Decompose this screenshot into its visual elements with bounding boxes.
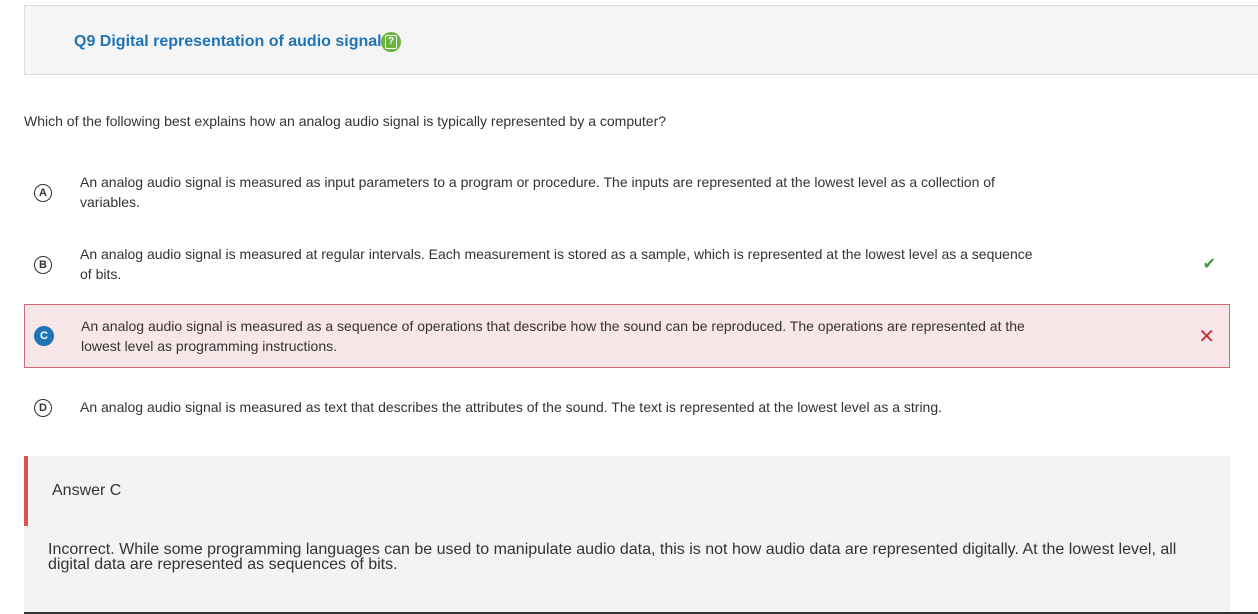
option-b[interactable]: B An analog audio signal is measured at … <box>24 242 1230 286</box>
check-icon: ✔ <box>1202 256 1216 273</box>
option-text-d: An analog audio signal is measured as te… <box>80 399 943 415</box>
question-title[interactable]: Q9 Digital representation of audio signa… <box>74 32 382 52</box>
option-c[interactable]: C An analog audio signal is measured as … <box>24 304 1230 368</box>
option-text-b: An analog audio signal is measured at re… <box>80 246 1033 282</box>
question-text: Which of the following best explains how… <box>24 113 667 129</box>
option-letter-a[interactable]: A <box>34 184 52 202</box>
answer-feedback: Answer C Incorrect. While some programmi… <box>24 456 1230 614</box>
option-letter-d[interactable]: D <box>34 399 52 417</box>
question-mark-icon[interactable]: ? <box>381 32 401 52</box>
option-letter-c[interactable]: C <box>34 326 54 346</box>
question-header: Q9 Digital representation of audio signa… <box>24 5 1258 75</box>
answer-label: Answer C <box>52 482 122 499</box>
option-text-c: An analog audio signal is measured as a … <box>81 318 1025 354</box>
option-d[interactable]: D An analog audio signal is measured as … <box>24 396 1230 420</box>
option-a[interactable]: A An analog audio signal is measured as … <box>24 170 1230 214</box>
answer-explanation: Incorrect. While some programming langua… <box>48 541 1177 573</box>
option-text-a: An analog audio signal is measured as in… <box>80 174 995 210</box>
feedback-indicator-bar <box>24 456 28 526</box>
option-letter-b[interactable]: B <box>34 256 52 274</box>
close-icon: ✕ <box>1198 326 1215 348</box>
